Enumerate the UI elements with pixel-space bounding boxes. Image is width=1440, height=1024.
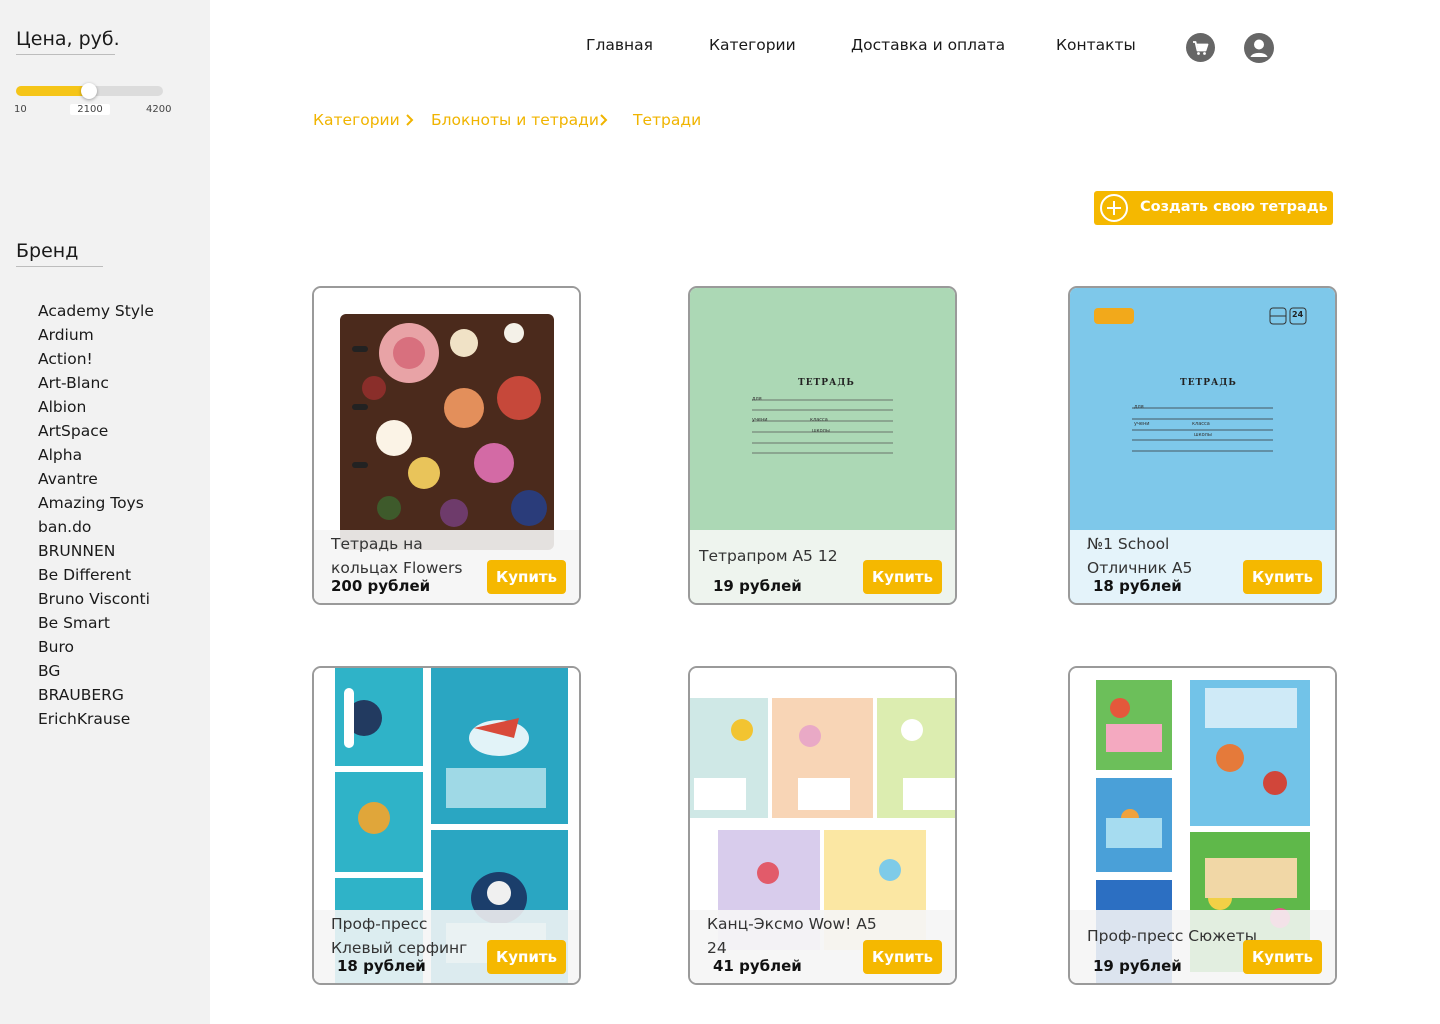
product-card[interactable]: ТЕТРАДЬ для учени класса школы Тетрапром… [688, 286, 957, 605]
brand-item[interactable]: ArtSpace [38, 419, 154, 443]
price-current-label: 2100 [70, 104, 110, 115]
price-filter-title: Цена, руб. [16, 28, 120, 55]
brand-item[interactable]: Be Smart [38, 611, 154, 635]
product-card[interactable]: Тетрадь на кольцах Flowers 200 рублей Ку… [312, 286, 581, 605]
brand-item[interactable]: ban.do [38, 515, 154, 539]
chevron-right-icon [599, 111, 609, 133]
product-price: 19 рублей [713, 577, 802, 595]
buy-button[interactable]: Купить [487, 940, 566, 974]
product-card[interactable]: Проф-пресс Сюжеты 19 рублей Купить [1068, 666, 1337, 985]
product-card[interactable]: 24 ТЕТРАДЬ для учени класса школы №1 Sch… [1068, 286, 1337, 605]
brand-item[interactable]: Avantre [38, 467, 154, 491]
cover-field-for: для [752, 396, 762, 402]
brand-item[interactable]: Be Different [38, 563, 154, 587]
cover-title: ТЕТРАДЬ [798, 378, 855, 388]
brand-item[interactable]: Art-Blanc [38, 371, 154, 395]
cover-field-student: учени [752, 417, 768, 423]
brand-item[interactable]: Buro [38, 635, 154, 659]
brand-item[interactable]: Academy Style [38, 299, 154, 323]
nav-delivery-link[interactable]: Доставка и оплата [851, 36, 1005, 54]
brand-list: Academy Style Ardium Action! Art-Blanc A… [38, 299, 154, 731]
cart-icon[interactable] [1186, 33, 1215, 62]
brand-filter-title: Бренд [16, 240, 103, 267]
cover-field-class: класса [1192, 421, 1210, 427]
buy-button[interactable]: Купить [863, 940, 942, 974]
product-name: Проф-пресс Клевый серфинг [331, 915, 468, 957]
brand-item[interactable]: BRAUBERG [38, 683, 154, 707]
price-slider[interactable] [16, 83, 163, 99]
brand-item[interactable]: Ardium [38, 323, 154, 347]
cover-field-school: школы [1194, 432, 1212, 438]
nav-home-link[interactable]: Главная [586, 36, 653, 54]
product-info: Тетрадь на кольцах Flowers 200 рублей Ку… [314, 530, 579, 603]
product-card[interactable]: Проф-пресс Клевый серфинг 18 рублей Купи… [312, 666, 581, 985]
product-name: Тетрапром А5 12 [699, 547, 838, 565]
product-card[interactable]: Канц-Эксмо Wow! А5 24 41 рублей Купить [688, 666, 957, 985]
breadcrumb-notebooks[interactable]: Блокноты и тетради [431, 111, 599, 129]
product-name: Канц-Эксмо Wow! А5 24 [707, 915, 877, 957]
buy-button[interactable]: Купить [1243, 560, 1322, 594]
product-info: Проф-пресс Сюжеты 19 рублей Купить [1070, 910, 1335, 983]
create-notebook-label: Создать свою тетрадь [1140, 199, 1328, 215]
brand-item[interactable]: Bruno Visconti [38, 587, 154, 611]
cover-field-for: для [1134, 404, 1144, 410]
create-notebook-button[interactable]: Создать свою тетрадь [1094, 191, 1333, 225]
buy-button[interactable]: Купить [487, 560, 566, 594]
brand-item[interactable]: BRUNNEN [38, 539, 154, 563]
cover-field-student: учени [1134, 421, 1150, 427]
brand-item[interactable]: Alpha [38, 443, 154, 467]
brand-item[interactable]: ErichKrause [38, 707, 154, 731]
product-info: Проф-пресс Клевый серфинг 18 рублей Купи… [314, 910, 579, 983]
price-max-label: 4200 [146, 104, 172, 115]
brand-item[interactable]: Action! [38, 347, 154, 371]
filter-sidebar: Цена, руб. 10 2100 4200 Бренд Academy St… [0, 0, 210, 1024]
cover-field-class: класса [810, 417, 828, 423]
price-min-label: 10 [14, 104, 27, 115]
chevron-right-icon [405, 111, 415, 133]
breadcrumb-current: Тетради [633, 111, 702, 129]
cover-sheets: 24 [1292, 310, 1304, 319]
brand-item[interactable]: Amazing Toys [38, 491, 154, 515]
plus-circle-icon [1100, 194, 1128, 222]
cover-field-school: школы [812, 428, 830, 434]
price-slider-fill [16, 86, 89, 96]
product-info: Канц-Эксмо Wow! А5 24 41 рублей Купить [690, 910, 955, 983]
product-price: 200 рублей [331, 577, 431, 595]
buy-button[interactable]: Купить [1243, 940, 1322, 974]
cover-title: ТЕТРАДЬ [1180, 378, 1237, 388]
nav-categories-link[interactable]: Категории [709, 36, 796, 54]
price-slider-thumb[interactable] [81, 83, 97, 99]
buy-button[interactable]: Купить [863, 560, 942, 594]
product-info: Тетрапром А5 12 19 рублей Купить [690, 530, 955, 603]
product-price: 18 рублей [1093, 577, 1182, 595]
product-price: 19 рублей [1093, 957, 1182, 975]
brand-item[interactable]: BG [38, 659, 154, 683]
product-price: 18 рублей [337, 957, 426, 975]
product-price: 41 рублей [713, 957, 802, 975]
product-info: №1 School Отличник А5 18 рублей Купить [1070, 530, 1335, 603]
brand-item[interactable]: Albion [38, 395, 154, 419]
nav-contacts-link[interactable]: Контакты [1056, 36, 1136, 54]
breadcrumb-categories[interactable]: Категории [313, 111, 400, 129]
product-name: №1 School Отличник А5 [1087, 535, 1193, 577]
user-account-icon[interactable] [1244, 33, 1274, 63]
product-name: Тетрадь на кольцах Flowers [331, 535, 463, 577]
